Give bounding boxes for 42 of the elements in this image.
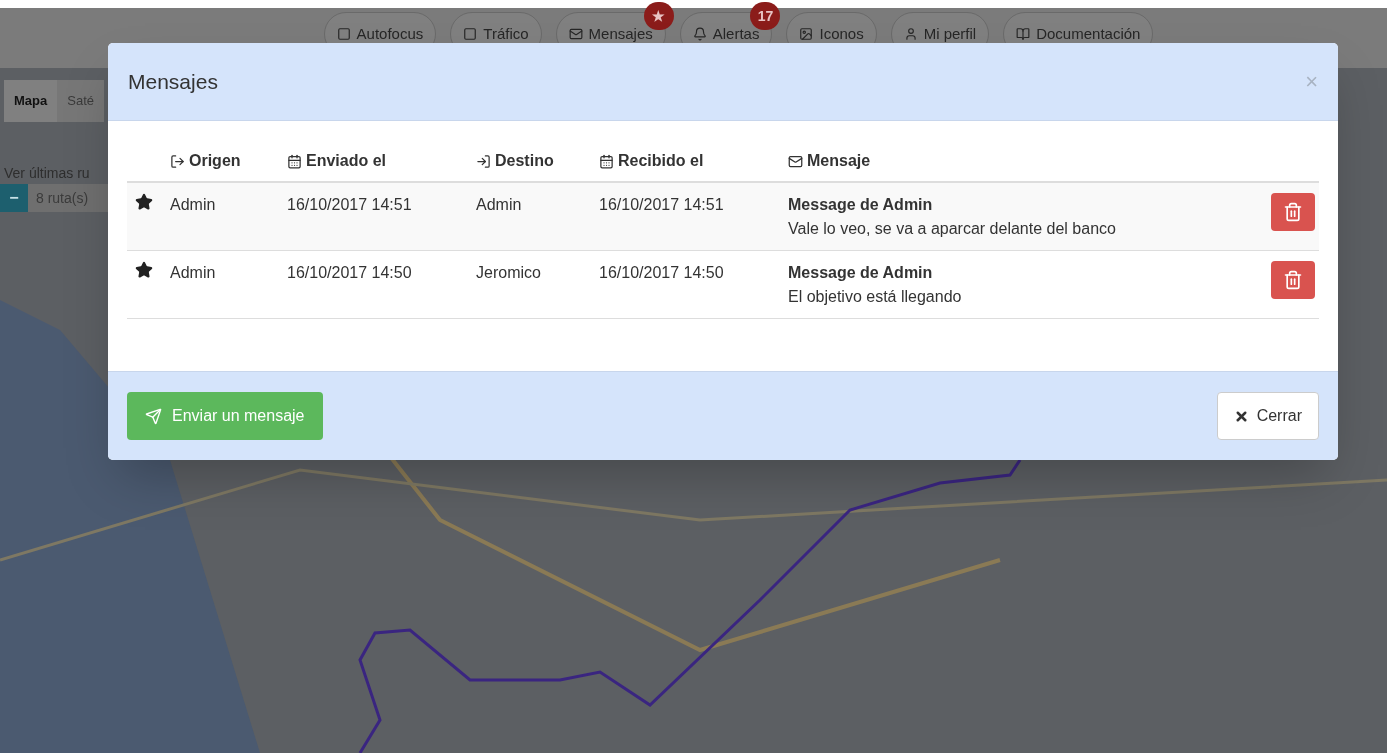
minus-button[interactable]: −	[0, 184, 28, 212]
message-body: Vale lo veo, se va a aparcar delante del banco	[788, 219, 1116, 239]
bell-icon	[692, 27, 707, 41]
map-tab[interactable]: Saté	[57, 80, 104, 122]
envelope-icon	[788, 153, 803, 169]
table-cell: Jeromico	[476, 264, 541, 281]
exit-icon	[170, 153, 185, 169]
checkbox-icon	[336, 27, 351, 41]
send-icon	[145, 407, 162, 425]
message-subject: Message de Admin	[788, 263, 933, 283]
table-cell: 16/10/2017 14:51	[287, 196, 412, 213]
calendar-icon	[599, 153, 614, 169]
enter-icon	[476, 153, 491, 169]
message-body: El objetivo está llegando	[788, 287, 962, 307]
table-cell: 16/10/2017 14:50	[599, 264, 724, 281]
message-subject: Message de Admin	[788, 195, 933, 215]
star-icon	[135, 193, 153, 211]
calendar-icon	[287, 153, 302, 169]
count-badge: 17	[750, 2, 781, 30]
checkbox-icon	[463, 27, 478, 41]
column-header: Origen	[170, 149, 241, 173]
column-header: Recibido el	[599, 149, 704, 173]
close-dialog-button[interactable]: Cerrar	[1216, 392, 1319, 440]
table-cell: 16/10/2017 14:50	[287, 264, 412, 281]
table-cell: Admin	[476, 196, 522, 213]
column-header: Mensaje	[788, 149, 871, 173]
delete-button[interactable]	[1271, 193, 1315, 231]
column-header: Destino	[476, 149, 554, 173]
modal-title: Mensajes	[128, 68, 218, 95]
send-message-button[interactable]: Enviar un mensaje	[127, 392, 323, 440]
table-cell: Admin	[170, 196, 216, 213]
table-cell: 16/10/2017 14:51	[599, 196, 724, 213]
trash-icon	[1283, 270, 1303, 290]
book-icon	[1016, 27, 1031, 41]
delete-button[interactable]	[1271, 261, 1315, 299]
star-icon	[135, 261, 153, 279]
person-icon	[903, 27, 918, 41]
table-cell: Admin	[170, 264, 216, 281]
envelope-icon	[568, 27, 583, 41]
column-header: Enviado el	[287, 149, 387, 173]
image-icon	[799, 27, 814, 41]
trash-icon	[1283, 202, 1303, 222]
